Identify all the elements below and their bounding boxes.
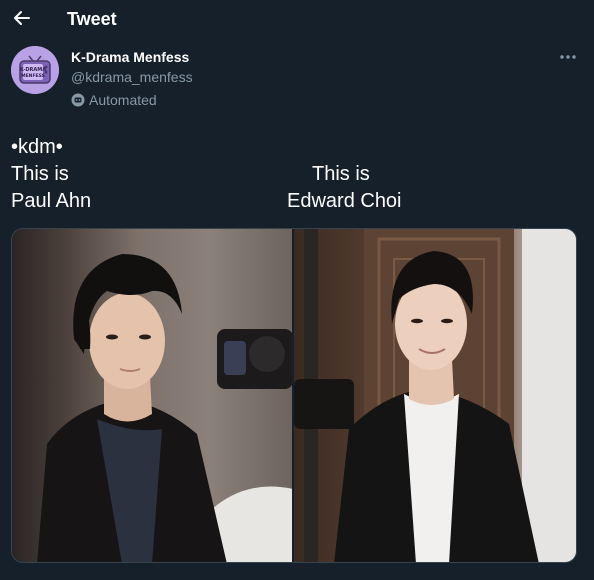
more-horizontal-icon [560, 55, 576, 59]
page-title: Tweet [67, 9, 117, 29]
tweet-text-tag: •kdm• [11, 136, 63, 158]
back-button[interactable] [8, 4, 36, 32]
automated-badge: Automated [71, 92, 157, 108]
photo-edward-choi-illustration [294, 229, 576, 562]
top-bar: Tweet [0, 0, 594, 40]
display-name[interactable]: K-Drama Menfess [71, 49, 189, 65]
user-handle[interactable]: @kdrama_menfess [71, 69, 193, 85]
tweet-text-right-line1: This is [312, 163, 370, 185]
tweet-text-left-line1: This is [11, 163, 69, 185]
photo-edward-choi[interactable] [292, 229, 576, 562]
robot-icon [71, 93, 85, 107]
photo-paul-ahn[interactable] [12, 229, 292, 562]
automated-label: Automated [89, 92, 157, 108]
arrow-left-icon [14, 11, 30, 25]
tweet-media[interactable] [11, 228, 577, 563]
more-options-button[interactable] [557, 48, 579, 66]
avatar[interactable]: K-DRAMA MENFESS [11, 46, 59, 94]
photo-paul-ahn-illustration [37, 254, 292, 562]
tweet-text-left-line2: Paul Ahn [11, 190, 92, 212]
tv-logo-icon: K-DRAMA MENFESS [11, 46, 59, 94]
svg-text:MENFESS: MENFESS [21, 73, 45, 79]
tweet-text-right-line2: Edward Choi [287, 190, 402, 212]
svg-text:K-DRAMA: K-DRAMA [20, 67, 46, 73]
